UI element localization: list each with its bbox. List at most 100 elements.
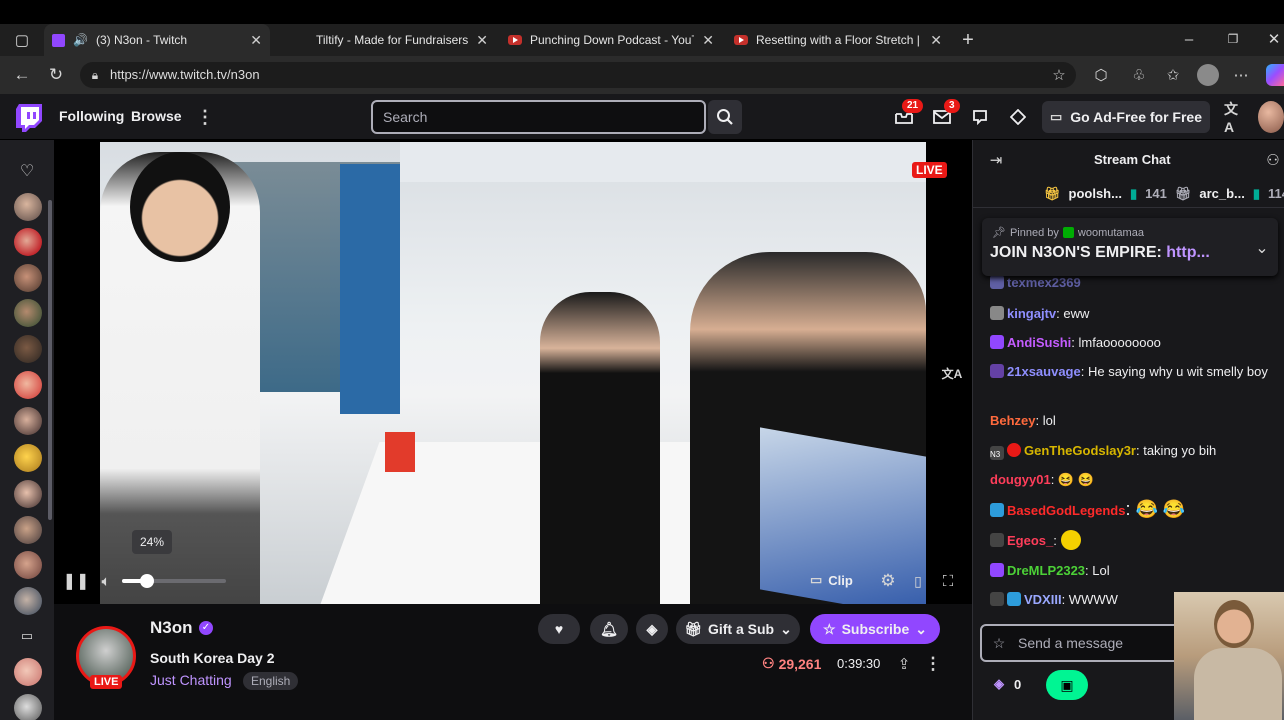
nav-browse[interactable]: Browse [131,108,182,124]
follow-button[interactable]: ♥ [538,614,580,644]
whispers-icon[interactable] [968,106,992,128]
back-icon[interactable]: ← [10,63,34,87]
followed-channel-avatar[interactable] [14,407,42,435]
browser-tab-twitch[interactable]: 🔊 (3) N3on - Twitch ✕ [44,24,270,56]
volume-icon[interactable]: 🔈︎ [96,570,116,592]
followed-channel-avatar[interactable] [14,551,42,579]
followed-channel-avatar[interactable] [14,516,42,544]
channel-points[interactable]: ◈ 0 [994,676,1021,692]
new-tab-icon[interactable]: + [956,28,980,52]
followed-channel-avatar[interactable] [14,444,42,472]
gift-count-icon: ▮ [1252,185,1261,201]
theatre-mode-icon[interactable]: ▯ [908,570,928,592]
close-tab-icon[interactable]: ✕ [250,32,262,49]
followed-channel-avatar[interactable] [14,694,42,720]
restore-icon[interactable]: ❐ [1222,28,1244,50]
notifications-bell-button[interactable]: 🔔︎ [590,614,628,644]
search-icon [717,109,733,125]
chat-message: BasedGodLegends: 😂 😂 [990,500,1280,520]
chat-message-input[interactable]: Send a message [980,624,1180,662]
claim-bonus-button[interactable]: ▣ [1046,670,1088,700]
user-avatar[interactable] [1258,101,1284,133]
red-display [385,432,415,472]
subscribe-button[interactable]: ☆ Subscribe ⌄ [810,614,940,644]
pinned-link[interactable]: http... [1166,244,1210,261]
fullscreen-icon[interactable]: ⛶ [938,570,958,592]
close-tab-icon[interactable]: ✕ [476,32,488,49]
youtube-icon [734,35,748,45]
chat-message: kingajtv: eww [990,305,1280,323]
pinned-message[interactable]: 📌︎ Pinned by woomutamaa JOIN N3ON'S EMPI… [982,218,1278,276]
bits-icon[interactable]: ☆ [990,634,1008,652]
prime-crown-icon[interactable] [1006,106,1030,128]
person-black-dress [540,292,660,604]
gift-leaderboard[interactable]: 🎁︎ poolsh... ▮ 141 🎁︎ arc_b... ▮ 114 [972,180,1284,208]
followed-channel-avatar[interactable] [14,371,42,399]
youtube-icon [508,35,522,45]
volume-slider[interactable] [122,579,226,583]
volume-slider-handle[interactable] [139,574,154,588]
followed-channel-avatar[interactable] [14,264,42,292]
tab-actions-icon[interactable]: ▢ [12,30,32,50]
browser-tab-stretch[interactable]: Resetting with a Floor Stretch | Za ✕ [726,24,950,56]
speaker-icon[interactable]: 🔊 [73,33,88,47]
theatre-translate-icon[interactable]: 文A [940,362,964,384]
community-icon[interactable]: ⚇ [1262,150,1284,170]
hype-button[interactable]: ◈ [636,614,668,644]
twitch-icon [52,33,65,47]
more-menu-icon[interactable]: ⋯ [1230,64,1252,86]
pause-icon[interactable]: ❚❚ [63,570,90,592]
chat-message: AndiSushi: lmfaoooooooo [990,334,1280,352]
sidebar-scrollbar[interactable] [48,200,52,520]
performance-icon[interactable]: ♧ [1128,64,1150,86]
settings-gear-icon[interactable]: ⚙ [878,570,898,592]
close-tab-icon[interactable]: ✕ [930,32,942,49]
chat-message: Behzey: lol [990,413,1056,428]
browser-tab-podcast[interactable]: Punching Down Podcast - YouTub ✕ [500,24,722,56]
nav-more-icon[interactable]: ⋮ [196,106,214,128]
chevron-down-icon[interactable]: ⌄ [1252,238,1272,258]
stream-category-link[interactable]: Just Chatting [150,672,232,688]
profile-avatar[interactable] [1197,64,1219,86]
followed-channel-avatar[interactable] [14,658,42,686]
language-tag[interactable]: English [243,672,299,690]
gift-sub-button[interactable]: 🎁︎ Gift a Sub ⌄ [676,614,800,644]
minimize-icon[interactable]: – [1178,28,1200,50]
search-input[interactable]: Search [371,100,706,134]
site-info-icon[interactable]: 🔒︎ [86,66,104,84]
chat-message-partial: texmex2369 [990,274,1280,292]
viewer-count: ⚇ 29,261 [762,655,822,672]
nav-following[interactable]: Following [59,108,124,124]
copilot-icon[interactable] [1266,64,1284,86]
inbox-count-badge: 3 [944,99,960,113]
followed-channel-avatar[interactable] [14,335,42,363]
close-window-icon[interactable]: ✕ [1264,28,1284,50]
clip-button[interactable]: ▭ Clip [810,572,853,588]
share-icon[interactable]: ⇪ [894,654,914,674]
browser-tab-tiltify[interactable]: Tiltify - Made for Fundraisers ✕ [290,24,496,56]
go-ad-free-button[interactable]: ▭ Go Ad-Free for Free [1042,101,1210,133]
webcam-person-shirt [1194,648,1282,720]
translate-icon[interactable]: 文A [1224,101,1248,135]
followed-channel-avatar[interactable] [14,587,42,615]
reload-icon[interactable]: ↻ [44,63,68,87]
channel-name[interactable]: N3on [150,618,193,638]
close-tab-icon[interactable]: ✕ [702,32,714,49]
followed-channel-avatar[interactable] [14,228,42,256]
clip-icon: ▭ [810,572,823,587]
chat-message: 21xsauvage: He saying why u wit smelly b… [990,363,1280,381]
favorites-icon[interactable]: ✩ [1162,64,1184,86]
webcam-overlay [1174,592,1284,720]
collapse-chat-icon[interactable]: ⇥ [986,150,1006,170]
followed-channel-avatar[interactable] [14,480,42,508]
favorite-star-icon[interactable]: ☆ [1048,64,1070,86]
search-button[interactable] [708,100,742,134]
followed-channel-avatar[interactable] [14,193,42,221]
gift-icon: 🎁︎ [1044,185,1061,201]
chevron-down-icon: ⌄ [780,620,792,637]
address-bar[interactable]: https://www.twitch.tv/n3on [80,62,1076,88]
more-options-icon[interactable]: ⋮ [924,654,942,674]
twitch-logo-icon[interactable] [16,104,42,132]
extensions-icon[interactable]: ⬡ [1090,64,1112,86]
followed-channel-avatar[interactable] [14,299,42,327]
